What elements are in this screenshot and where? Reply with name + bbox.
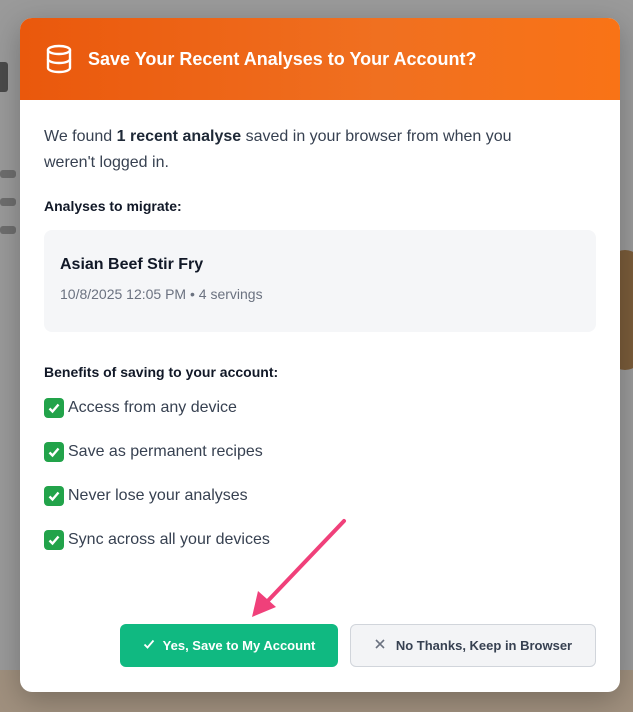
keep-in-browser-button[interactable]: No Thanks, Keep in Browser (350, 624, 596, 667)
benefit-item: Access from any device (44, 396, 596, 420)
dialog-body: We found 1 recent analyse saved in your … (20, 100, 620, 552)
intro-prefix: We found (44, 128, 117, 145)
analysis-meta: 10/8/2025 12:05 PM • 4 servings (60, 286, 263, 302)
save-to-account-button[interactable]: Yes, Save to My Account (120, 624, 338, 667)
keep-in-browser-label: No Thanks, Keep in Browser (395, 638, 573, 653)
background-heading (0, 62, 8, 92)
dialog-title: Save Your Recent Analyses to Your Accoun… (88, 48, 477, 69)
dialog-actions: Yes, Save to My Account No Thanks, Keep … (120, 624, 596, 667)
pointer-arrow-icon (252, 519, 346, 617)
check-icon (143, 638, 155, 653)
database-icon (44, 44, 74, 74)
benefit-label: Save as permanent recipes (68, 443, 263, 460)
background-text-line (0, 170, 16, 178)
background-text-line (0, 226, 16, 234)
analysis-card: Asian Beef Stir Fry 10/8/2025 12:05 PM •… (44, 230, 596, 332)
benefits-label: Benefits of saving to your account: (44, 364, 279, 380)
benefit-label: Never lose your analyses (68, 487, 248, 504)
close-icon (374, 638, 386, 653)
dialog-header: Save Your Recent Analyses to Your Accoun… (20, 18, 620, 100)
check-mark-icon (44, 486, 64, 506)
check-mark-icon (44, 398, 64, 418)
check-mark-icon (44, 442, 64, 462)
analysis-name: Asian Beef Stir Fry (60, 256, 204, 273)
save-to-account-label: Yes, Save to My Account (162, 638, 316, 653)
intro-text: We found 1 recent analyse saved in your … (44, 124, 564, 176)
intro-count: 1 recent analyse (116, 128, 242, 145)
benefit-item: Save as permanent recipes (44, 440, 596, 464)
analyses-label: Analyses to migrate: (44, 198, 182, 214)
benefit-item: Never lose your analyses (44, 484, 596, 508)
background-text-line (0, 198, 16, 206)
check-mark-icon (44, 530, 64, 550)
benefit-label: Access from any device (68, 399, 237, 416)
